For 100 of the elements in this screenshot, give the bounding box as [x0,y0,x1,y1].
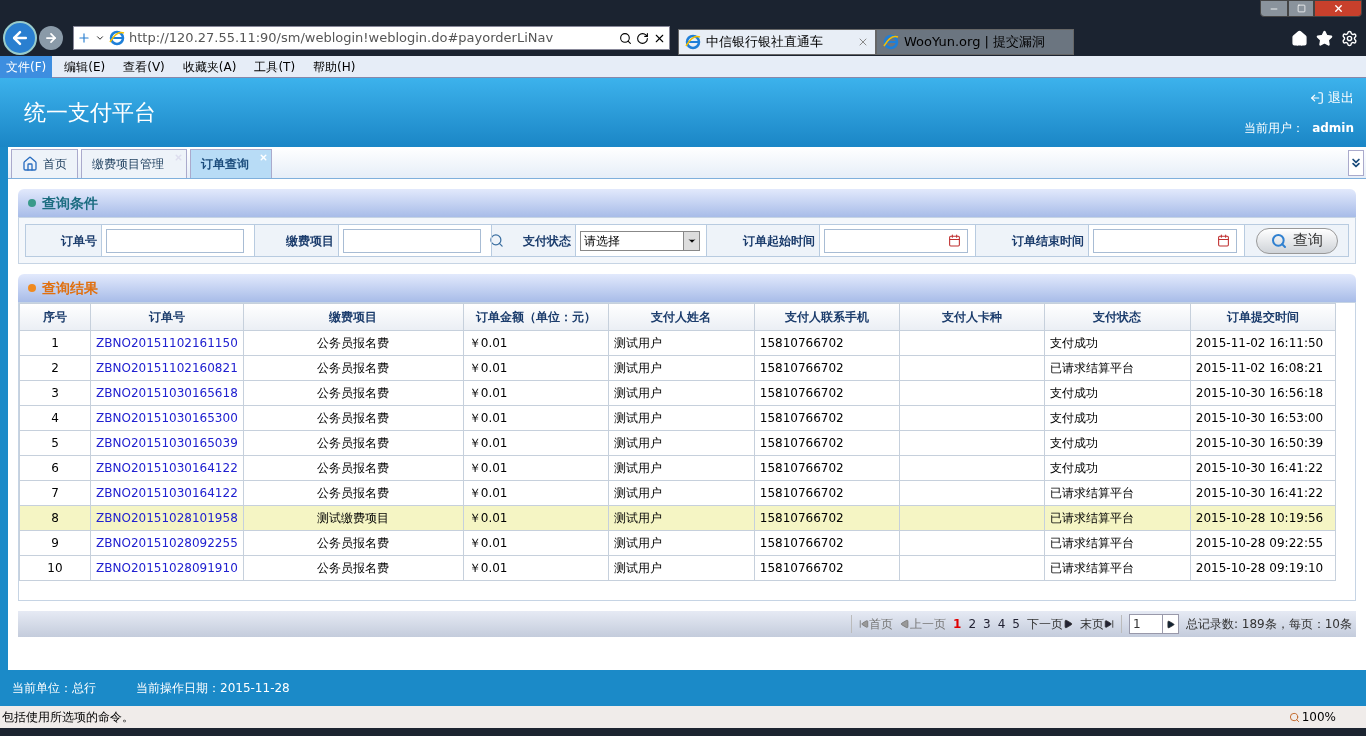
text-field[interactable] [343,228,481,253]
close-icon[interactable] [857,36,869,48]
page-number[interactable]: 4 [997,615,1006,633]
table-cell: 3 [51,386,59,400]
table-row[interactable]: 3 ZBNO20151030165618 公务员报名费 ￥0.01 测试用户 15810766702 支付成功 2015-10-30 16:56:18 [19,380,1336,406]
app-title: 统一支付平台 [24,99,156,127]
search-icon[interactable] [619,31,632,45]
go-icon [1165,619,1175,629]
minimize-button[interactable] [1260,0,1288,17]
table-cell: ￥0.01 [468,436,508,450]
browser-tab[interactable]: 中信银行银社直通车 [678,29,876,55]
table-cell: 测试用户 [613,511,662,525]
menu-item[interactable]: 帮助(H) [307,55,362,78]
page-number[interactable]: 3 [983,615,991,633]
record-summary: 总记录数: 189条，每页：10条 [1185,616,1352,633]
section-title: 查询条件 [42,193,98,213]
close-button[interactable] [1314,0,1362,17]
table-row[interactable]: 1 ZBNO20151102161150 公务员报名费 ￥0.01 测试用户 15810766702 支付成功 2015-11-02 16:11:50 [19,330,1336,356]
table-row[interactable]: 10 ZBNO20151028091910 公务员报名费 ￥0.01 测试用户 15810766702 已请求结算平台 2015-10-28 09:19:10 [19,555,1336,581]
column-header: 序号 [19,303,91,331]
table-cell: 测试用户 [613,436,662,450]
first-page-button[interactable]: 首页 [859,615,894,633]
zoom-button[interactable]: 100% [1288,708,1336,726]
table-cell: 2015-11-02 16:11:50 [1195,336,1324,350]
menu-item[interactable]: 收藏夹(A) [176,55,243,78]
search-icon [1270,232,1287,249]
table-cell: 15810766702 [759,386,844,400]
status-select[interactable]: 请选择 [580,230,700,251]
last-page-button[interactable]: 末页 [1079,615,1114,633]
menu-item[interactable]: 查看(V) [117,55,171,78]
table-cell: 公务员报名费 [317,486,390,500]
address-bar[interactable]: http://120.27.55.11:90/sm/weblogin!weblogin.do#payorderLiNav [73,26,670,50]
page-number[interactable]: 2 [968,615,977,633]
table-cell: 5 [51,436,59,450]
page-number[interactable]: 1 [953,615,962,633]
tab-title: 中信银行银社直通车 [706,33,824,52]
operation-date: 当前操作日期：2015-11-28 [136,680,290,697]
table-cell: 15810766702 [759,411,844,425]
date-field[interactable] [1093,228,1237,253]
query-button[interactable]: 查询 [1255,227,1338,254]
maximize-button[interactable] [1288,0,1314,17]
table-cell: 10 [47,561,63,575]
page-number[interactable]: 5 [1012,615,1020,633]
table-row[interactable]: 5 ZBNO20151030165039 公务员报名费 ￥0.01 测试用户 15810766702 支付成功 2015-10-30 16:50:39 [19,430,1336,456]
page-input[interactable]: 1 [1128,614,1179,634]
section-title: 查询结果 [42,278,98,298]
last-page-icon [1103,619,1114,629]
table-cell: 测试用户 [613,461,662,475]
table-cell: 公务员报名费 [317,361,390,375]
next-page-button[interactable]: 下一页 [1026,615,1073,633]
table-cell: ￥0.01 [468,561,508,575]
table-cell: 已请求结算平台 [1049,536,1134,550]
star-icon[interactable] [1316,30,1333,47]
table-cell: 1 [51,336,59,350]
calendar-icon [1217,234,1230,247]
table-cell: 7 [51,486,59,500]
first-page-icon [859,619,870,629]
menu-item[interactable]: 工具(T) [248,55,302,78]
table-row[interactable]: 6 ZBNO20151030164122 公务员报名费 ￥0.01 测试用户 15810766702 支付成功 2015-10-30 16:41:22 [19,455,1336,481]
table-cell: 2015-10-28 09:22:55 [1195,536,1324,550]
table-row[interactable]: 8 ZBNO20151028101958 测试缴费项目 ￥0.01 测试用户 15810766702 已请求结算平台 2015-10-28 10:19:56 [19,505,1336,531]
column-header: 订单提交时间 [1190,303,1336,331]
page-tab[interactable]: 缴费项目管理 [81,149,187,178]
user-name: admin [1312,120,1354,138]
text-field[interactable] [106,228,244,253]
table-cell: 支付成功 [1049,461,1098,475]
menu-item[interactable]: 编辑(E) [58,55,112,78]
column-header: 支付状态 [1044,303,1191,331]
prev-page-icon [900,619,911,629]
bullet-icon [28,199,36,207]
page-tab[interactable]: 首页 [11,149,78,178]
table-cell: 支付成功 [1049,436,1098,450]
browser-tab[interactable]: WooYun.org | 提交漏洞 [876,29,1074,55]
table-cell: 2015-10-30 16:50:39 [1195,436,1324,450]
date-field[interactable] [824,228,968,253]
table-row[interactable]: 2 ZBNO20151102160821 公务员报名费 ￥0.01 测试用户 15810766702 已请求结算平台 2015-11-02 16:08:21 [19,355,1336,381]
back-button[interactable] [3,21,37,55]
expand-button[interactable] [1348,150,1364,176]
close-icon [1332,3,1344,14]
table-row[interactable]: 9 ZBNO20151028092255 公务员报名费 ￥0.01 测试用户 15810766702 已请求结算平台 2015-10-28 09:22:55 [19,530,1336,556]
table-cell: ￥0.01 [468,536,508,550]
caret-icon [95,33,105,43]
table-cell: 已请求结算平台 [1049,361,1134,375]
table-cell: 2 [51,361,59,375]
refresh-icon[interactable] [636,31,649,45]
table-cell: 15810766702 [759,536,844,550]
page-tab[interactable]: 订单查询 [190,149,272,178]
table-row[interactable]: 7 ZBNO20151030164122 公务员报名费 ￥0.01 测试用户 15810766702 已请求结算平台 2015-10-30 16:41:22 [19,480,1336,506]
forward-button[interactable] [39,26,63,50]
table-cell: 已请求结算平台 [1049,511,1134,525]
forward-arrow-icon [44,31,58,45]
column-header: 支付人卡种 [899,303,1045,331]
home-icon[interactable] [1291,30,1308,47]
table-cell: 支付成功 [1049,336,1098,350]
settings-icon[interactable] [1341,30,1358,47]
table-cell: 15810766702 [759,336,844,350]
table-row[interactable]: 4 ZBNO20151030165300 公务员报名费 ￥0.01 测试用户 15810766702 支付成功 2015-10-30 16:53:00 [19,405,1336,431]
table-cell: 9 [51,536,59,550]
double-chevron-icon [1349,156,1363,170]
column-header: 支付人姓名 [608,303,755,331]
